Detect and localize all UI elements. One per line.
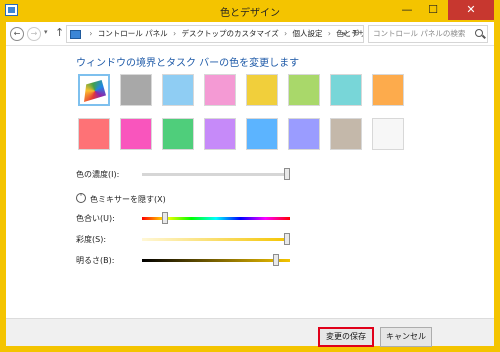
save-changes-button[interactable]: 変更の保存 (318, 327, 374, 347)
hue-label: 色合い(U): (76, 214, 115, 223)
brightness-slider-thumb[interactable] (272, 254, 279, 266)
intensity-slider-track[interactable] (142, 173, 290, 176)
recent-pages-dropdown-icon[interactable]: ▾ (44, 28, 48, 36)
up-arrow-icon[interactable]: ↑ (55, 26, 64, 39)
breadcrumb[interactable]: › コントロール パネル › デスクトップのカスタマイズ › 個人設定 › 色と… (66, 25, 364, 43)
chevron-up-icon[interactable]: ˆ (76, 193, 86, 203)
brightness-slider-track[interactable] (142, 259, 290, 262)
color-mixer-toggle-label[interactable]: 色ミキサーを隠す(X) (90, 194, 166, 205)
color-swatch[interactable] (204, 118, 236, 150)
saturation-label: 彩度(S): (76, 235, 107, 244)
color-swatch[interactable] (120, 74, 152, 106)
breadcrumb-separator: › (327, 29, 331, 38)
color-swatch[interactable] (288, 74, 320, 106)
close-button[interactable]: ✕ (448, 0, 494, 20)
address-bar-row: ← → ▾ ↑ › コントロール パネル › デスクトップのカスタマイズ › 個… (6, 22, 494, 46)
search-input[interactable]: コントロール パネルの検索 (368, 25, 488, 43)
maximize-button[interactable]: ☐ (420, 0, 446, 20)
page-heading: ウィンドウの境界とタスク バーの色を変更します (76, 58, 300, 69)
back-arrow-icon[interactable]: ← (10, 27, 24, 41)
dialog-footer: 変更の保存 キャンセル (6, 318, 494, 347)
saturation-slider-track[interactable] (142, 238, 290, 241)
color-swatch[interactable] (330, 118, 362, 150)
breadcrumb-separator: › (89, 29, 93, 38)
brightness-label: 明るさ(B): (76, 256, 115, 265)
color-swatch[interactable] (372, 118, 404, 150)
breadcrumb-item-personalization[interactable]: 個人設定 (293, 29, 323, 38)
intensity-slider-thumb[interactable] (284, 168, 290, 180)
hue-slider-thumb[interactable] (161, 212, 168, 224)
minimize-button[interactable]: — (394, 0, 420, 20)
rainbow-palette-icon (84, 80, 106, 102)
color-swatch[interactable] (162, 118, 194, 150)
forward-arrow-icon[interactable]: → (27, 27, 41, 41)
color-swatch[interactable] (78, 118, 110, 150)
saturation-slider-thumb[interactable] (284, 233, 290, 245)
search-icon[interactable] (475, 29, 483, 37)
refresh-icon[interactable]: ↻ (352, 26, 360, 42)
color-swatch[interactable] (246, 74, 278, 106)
color-swatch[interactable] (330, 74, 362, 106)
color-swatch[interactable] (162, 74, 194, 106)
color-swatch[interactable] (288, 118, 320, 150)
window-content: ← → ▾ ↑ › コントロール パネル › デスクトップのカスタマイズ › 個… (6, 22, 494, 347)
intensity-label: 色の濃度(I): (76, 170, 120, 179)
color-swatch[interactable] (78, 74, 110, 106)
breadcrumb-separator: › (173, 29, 177, 38)
color-swatch[interactable] (246, 118, 278, 150)
breadcrumb-separator: › (284, 29, 288, 38)
color-swatch[interactable] (204, 74, 236, 106)
color-swatch[interactable] (372, 74, 404, 106)
color-swatch[interactable] (120, 118, 152, 150)
cancel-button[interactable]: キャンセル (380, 327, 432, 347)
title-bar: 色とデザイン — ☐ ✕ (0, 0, 500, 22)
breadcrumb-item-control-panel[interactable]: コントロール パネル (98, 29, 168, 38)
breadcrumb-item-desktop-customization[interactable]: デスクトップのカスタマイズ (181, 29, 278, 38)
address-dropdown-icon[interactable]: ▾ (342, 26, 346, 42)
search-placeholder: コントロール パネルの検索 (373, 29, 466, 38)
control-panel-icon (70, 29, 81, 39)
